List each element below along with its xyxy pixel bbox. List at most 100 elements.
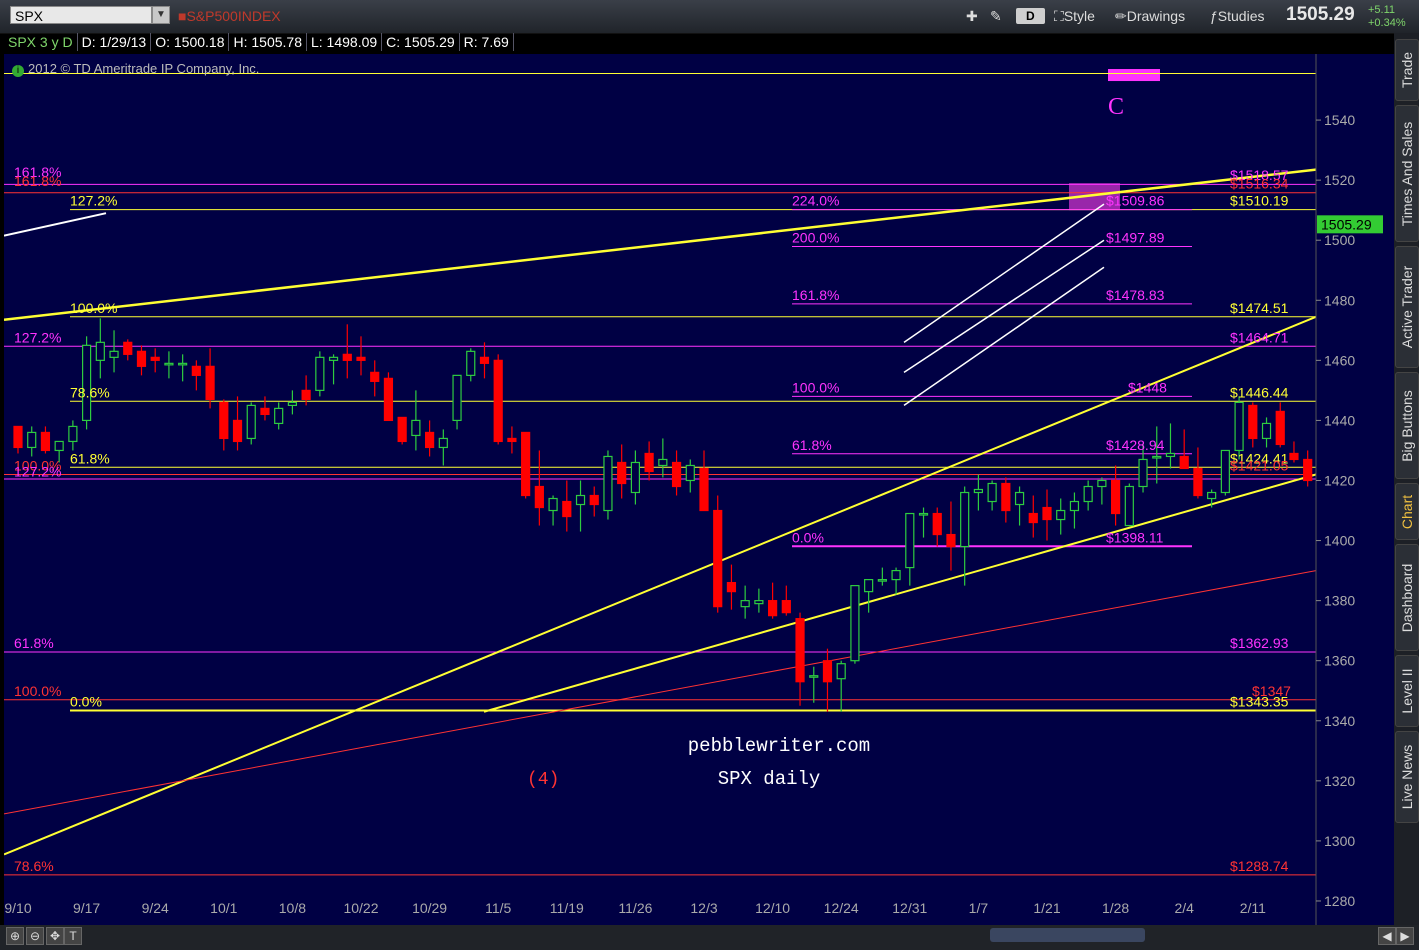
fib-label: 200.0% [792, 230, 839, 246]
tab-big-buttons[interactable]: Big Buttons [1395, 372, 1419, 479]
tab-active-trader[interactable]: Active Trader [1395, 246, 1419, 368]
fib-label: 78.6% [14, 858, 54, 874]
style-button[interactable]: ⛶Style [1054, 6, 1095, 26]
fib-label: $1464.71 [1230, 329, 1289, 345]
tools-icon[interactable]: ✎ [990, 6, 1002, 26]
tab-chart[interactable]: Chart [1395, 483, 1419, 540]
text-tool-icon[interactable]: T [64, 927, 82, 945]
candle-body [644, 452, 654, 473]
x-tick-label: 2/4 [1174, 900, 1194, 916]
candle-body [1124, 485, 1134, 527]
candle-body [123, 341, 133, 355]
studies-button[interactable]: ƒStudies [1210, 6, 1265, 26]
zoom-icon[interactable]: ⊕ [6, 927, 24, 945]
x-tick-label: 2/11 [1240, 900, 1266, 916]
candle-body [164, 362, 174, 366]
candle-body [589, 494, 599, 506]
fib-label: 0.0% [70, 694, 102, 710]
candle-body [809, 675, 819, 678]
candle-body [287, 401, 297, 407]
fib-label: $1510.19 [1230, 193, 1289, 209]
watermark-text: pebblewriter.com [688, 735, 870, 757]
y-tick-label: 1360 [1324, 653, 1355, 669]
candle-body [781, 600, 791, 614]
candle-body [150, 356, 160, 361]
candle-body [548, 497, 558, 512]
fib-label: 61.8% [70, 450, 110, 466]
fib-label: 100.0% [14, 683, 61, 699]
x-tick-label: 10/8 [279, 900, 306, 916]
symbol-dropdown-button[interactable]: ▼ [152, 6, 170, 24]
x-tick-label: 12/3 [690, 900, 717, 916]
candle-body [603, 455, 613, 512]
style-icon: ⛶ [1054, 8, 1064, 24]
x-tick-label: 9/17 [73, 900, 100, 916]
candle-body [1001, 482, 1011, 512]
x-tick-label: 10/1 [210, 900, 237, 916]
tab-live-news[interactable]: Live News [1395, 731, 1419, 823]
price-chart[interactable]: 161.8% 161.8% 127.2% 100.0% 127.2% 78.6% 61.8%… [4, 54, 1394, 925]
symbol-input[interactable]: SPX [10, 6, 152, 24]
candle-body [822, 660, 833, 683]
crosshair-icon[interactable]: ✚ [966, 6, 978, 26]
candle-body [54, 440, 64, 452]
candle-body [767, 600, 778, 617]
candle-body [301, 389, 311, 400]
candle-body [452, 374, 462, 422]
fib-label: $1497.89 [1106, 230, 1165, 246]
candle [315, 351, 325, 397]
candle-body [1248, 404, 1258, 440]
candle-body [232, 419, 243, 443]
candle-body [699, 467, 709, 512]
candle-body [219, 401, 229, 440]
candle [383, 372, 394, 422]
candle-body [1261, 422, 1272, 440]
y-tick-label: 1480 [1324, 292, 1355, 308]
scroll-right-icon[interactable]: ▶ [1396, 927, 1414, 945]
candle-body [562, 500, 572, 518]
candle-body [205, 365, 215, 400]
bar-open: O: 1500.18 [151, 33, 230, 51]
y-tick-label: 1380 [1324, 593, 1355, 609]
tab-dashboard[interactable]: Dashboard [1395, 544, 1419, 651]
y-tick-label: 1460 [1324, 352, 1355, 368]
y-tick-label: 1300 [1324, 833, 1355, 849]
fib-label: 224.0% [792, 193, 839, 209]
candle-body [1193, 467, 1203, 497]
chart-period[interactable]: SPX 3 y D [4, 33, 78, 51]
period-button[interactable]: D [1016, 8, 1045, 24]
wave-label: C [1108, 94, 1124, 120]
candle-body [1220, 449, 1230, 494]
scroll-left-icon[interactable]: ◀ [1378, 927, 1396, 945]
x-tick-label: 11/26 [618, 900, 652, 916]
time-scrollbar[interactable] [990, 928, 1145, 942]
candle-body [630, 461, 641, 494]
candle-body [479, 356, 490, 364]
drag-icon[interactable]: ✥ [46, 927, 64, 945]
x-tick-label: 10/29 [412, 900, 447, 916]
candle-body [575, 494, 586, 506]
bar-range: R: 7.69 [460, 33, 514, 51]
candle-body [1207, 491, 1217, 500]
candle-body [328, 356, 339, 361]
tab-trade[interactable]: Trade [1395, 39, 1419, 101]
fib-label: $1478.83 [1106, 287, 1165, 303]
bar-low: L: 1498.09 [307, 33, 383, 51]
candle-body [260, 407, 270, 416]
candle-body [836, 663, 846, 680]
candle-body [946, 533, 956, 548]
x-tick-label: 12/31 [892, 900, 927, 916]
tab-times-and-sales[interactable]: Times And Sales [1395, 105, 1419, 242]
candle-body [754, 600, 764, 605]
x-tick-label: 11/19 [550, 900, 584, 916]
drawings-button[interactable]: ✏Drawings [1115, 6, 1185, 26]
candle-body [136, 350, 147, 367]
tab-level-ii[interactable]: Level II [1395, 655, 1419, 727]
candle-body [864, 579, 874, 593]
candle-body [438, 437, 448, 449]
info-circle-icon[interactable]: i [12, 65, 24, 77]
pan-icon[interactable]: ⊖ [26, 927, 44, 945]
candle-body [342, 353, 352, 361]
candle [850, 585, 860, 664]
candle-body [1083, 485, 1093, 503]
